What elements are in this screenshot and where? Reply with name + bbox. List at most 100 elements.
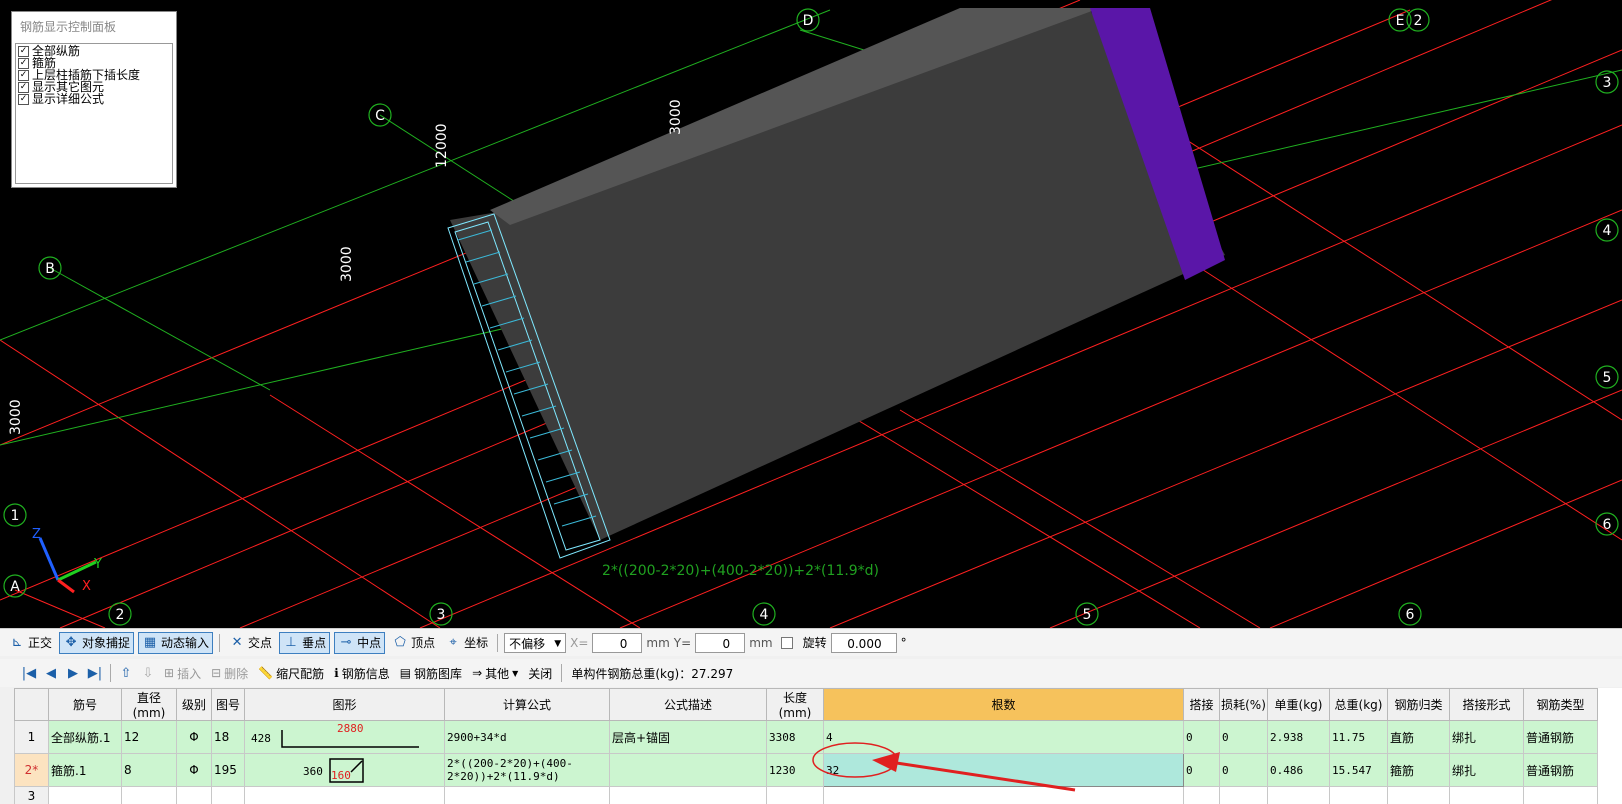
cell-count[interactable]: 4 bbox=[823, 720, 1184, 754]
intersection-button[interactable]: ✕ 交点 bbox=[226, 632, 275, 654]
cell-formula-desc[interactable] bbox=[609, 753, 767, 787]
first-record-icon[interactable]: |◀ bbox=[20, 666, 38, 681]
cell-fig-no[interactable]: 18 bbox=[211, 720, 245, 754]
delete-button[interactable]: ⊟ 删除 bbox=[208, 665, 251, 682]
empty-cell[interactable] bbox=[609, 786, 767, 804]
scale-config-button[interactable]: 📏 缩尺配筋 bbox=[255, 665, 327, 682]
perpendicular-button[interactable]: ⊥ 垂点 bbox=[279, 631, 331, 654]
cell-shape[interactable]: 428 2880 bbox=[244, 720, 445, 754]
cell-fig-no[interactable]: 195 bbox=[211, 753, 245, 787]
header-length[interactable]: 长度(mm) bbox=[766, 688, 824, 721]
cell-loss[interactable]: 0 bbox=[1219, 720, 1268, 754]
object-snap-button[interactable]: ✥ 对象捕捉 bbox=[59, 631, 135, 654]
header-formula-desc[interactable]: 公式描述 bbox=[609, 688, 767, 721]
cell-loss[interactable]: 0 bbox=[1219, 753, 1268, 787]
header-rebar-type[interactable]: 钢筋类型 bbox=[1523, 688, 1598, 721]
cell-total-weight[interactable]: 15.547 bbox=[1329, 753, 1388, 787]
midpoint-button[interactable]: ⊸ 中点 bbox=[334, 631, 386, 654]
cell-length[interactable]: 1230 bbox=[766, 753, 824, 787]
cell-formula[interactable]: 2*((200-2*20)+(400-2*20))+2*(11.9*d) bbox=[444, 753, 610, 787]
y-input[interactable]: 0 bbox=[695, 632, 746, 653]
empty-cell[interactable] bbox=[766, 786, 824, 804]
coordinate-button[interactable]: ⌖ 坐标 bbox=[442, 632, 491, 654]
cell-unit-weight[interactable]: 2.938 bbox=[1267, 720, 1330, 754]
empty-cell[interactable] bbox=[121, 786, 177, 804]
prev-record-icon[interactable]: ◀ bbox=[42, 666, 60, 681]
empty-cell[interactable] bbox=[1219, 786, 1268, 804]
rebar-library-button[interactable]: ▤ 钢筋图库 bbox=[397, 665, 465, 682]
close-button[interactable]: 关闭 bbox=[525, 665, 555, 682]
header-total-weight[interactable]: 总重(kg) bbox=[1329, 688, 1388, 721]
empty-cell[interactable] bbox=[1183, 786, 1220, 804]
cell-formula[interactable]: 2900+34*d bbox=[444, 720, 610, 754]
next-record-icon[interactable]: ▶ bbox=[64, 666, 82, 681]
empty-cell[interactable] bbox=[176, 786, 212, 804]
header-lap-type[interactable]: 搭接形式 bbox=[1449, 688, 1524, 721]
empty-cell[interactable] bbox=[1387, 786, 1450, 804]
vertex-button[interactable]: ⬠ 顶点 bbox=[389, 632, 438, 654]
cell-lap[interactable]: 0 bbox=[1183, 720, 1220, 754]
rotate-checkbox[interactable] bbox=[780, 636, 793, 649]
cell-category[interactable]: 直筋 bbox=[1387, 720, 1450, 754]
empty-cell[interactable] bbox=[823, 786, 1184, 804]
checkbox-icon[interactable]: ✓ bbox=[18, 69, 29, 81]
cb-show-detailed-formula[interactable]: ✓ 显示详细公式 bbox=[18, 93, 170, 105]
last-record-icon[interactable]: ▶| bbox=[86, 666, 104, 681]
checkbox-icon[interactable]: ✓ bbox=[18, 93, 29, 105]
empty-cell[interactable] bbox=[1267, 786, 1330, 804]
cell-count-selected[interactable]: 32 bbox=[823, 753, 1184, 787]
cell-diameter[interactable]: 8 bbox=[121, 753, 177, 787]
empty-cell[interactable] bbox=[211, 786, 245, 804]
cell-grade[interactable]: Φ bbox=[176, 720, 212, 754]
checkbox-icon[interactable]: ✓ bbox=[18, 81, 29, 93]
row-index[interactable]: 1 bbox=[14, 720, 49, 754]
3d-viewport[interactable]: A B C D E 2 3 4 5 6 1 2 3 4 5 6 3000 120… bbox=[0, 0, 1622, 628]
table-row[interactable]: 2* 箍筋.1 8 Φ 195 360 160 2*((200-2*20)+(4… bbox=[14, 753, 1598, 787]
row-index[interactable]: 2* bbox=[14, 753, 49, 787]
dynamic-input-button[interactable]: ▦ 动态输入 bbox=[138, 631, 214, 654]
empty-cell[interactable] bbox=[1329, 786, 1388, 804]
cell-total-weight[interactable]: 11.75 bbox=[1329, 720, 1388, 754]
header-bar-no[interactable]: 筋号 bbox=[48, 688, 122, 721]
other-menu-button[interactable]: ⇒ 其他 ▼ bbox=[469, 665, 521, 682]
header-loss[interactable]: 损耗(%) bbox=[1219, 688, 1268, 721]
cell-bar-no[interactable]: 全部纵筋.1 bbox=[48, 720, 122, 754]
header-grade[interactable]: 级别 bbox=[176, 688, 212, 721]
cell-shape[interactable]: 360 160 bbox=[244, 753, 445, 787]
header-formula[interactable]: 计算公式 bbox=[444, 688, 610, 721]
header-count[interactable]: 根数 bbox=[823, 688, 1184, 721]
x-input[interactable]: 0 bbox=[592, 632, 643, 653]
offset-dropdown[interactable]: 不偏移 ▼ bbox=[504, 632, 567, 653]
cell-rebar-type[interactable]: 普通钢筋 bbox=[1523, 720, 1598, 754]
cell-lap-type[interactable]: 绑扎 bbox=[1449, 753, 1524, 787]
cell-grade[interactable]: Φ bbox=[176, 753, 212, 787]
checkbox-icon[interactable]: ✓ bbox=[18, 45, 29, 57]
insert-button[interactable]: ⊞ 插入 bbox=[161, 665, 204, 682]
cell-lap[interactable]: 0 bbox=[1183, 753, 1220, 787]
header-category[interactable]: 钢筋归类 bbox=[1387, 688, 1450, 721]
rotate-input[interactable]: 0.000 bbox=[830, 632, 897, 653]
header-lap[interactable]: 搭接 bbox=[1183, 688, 1220, 721]
cell-formula-desc[interactable]: 层高+锚固 bbox=[609, 720, 767, 754]
rebar-info-button[interactable]: ℹ 钢筋信息 bbox=[331, 665, 393, 682]
empty-cell[interactable] bbox=[244, 786, 445, 804]
row-index[interactable]: 3 bbox=[14, 786, 49, 804]
cell-unit-weight[interactable]: 0.486 bbox=[1267, 753, 1330, 787]
empty-cell[interactable] bbox=[444, 786, 610, 804]
empty-cell[interactable] bbox=[48, 786, 122, 804]
table-row[interactable]: 3 bbox=[14, 786, 1598, 804]
empty-cell[interactable] bbox=[1523, 786, 1598, 804]
cell-lap-type[interactable]: 绑扎 bbox=[1449, 720, 1524, 754]
cell-length[interactable]: 3308 bbox=[766, 720, 824, 754]
move-up-icon[interactable]: ⇧ bbox=[117, 666, 135, 681]
header-fig-no[interactable]: 图号 bbox=[211, 688, 245, 721]
header-unit-weight[interactable]: 单重(kg) bbox=[1267, 688, 1330, 721]
cell-category[interactable]: 箍筋 bbox=[1387, 753, 1450, 787]
cell-rebar-type[interactable]: 普通钢筋 bbox=[1523, 753, 1598, 787]
cell-bar-no[interactable]: 箍筋.1 bbox=[48, 753, 122, 787]
orthogonal-button[interactable]: ⊾ 正交 bbox=[6, 632, 55, 654]
checkbox-icon[interactable]: ✓ bbox=[18, 57, 29, 69]
header-shape[interactable]: 图形 bbox=[244, 688, 445, 721]
empty-cell[interactable] bbox=[1449, 786, 1524, 804]
cell-diameter[interactable]: 12 bbox=[121, 720, 177, 754]
